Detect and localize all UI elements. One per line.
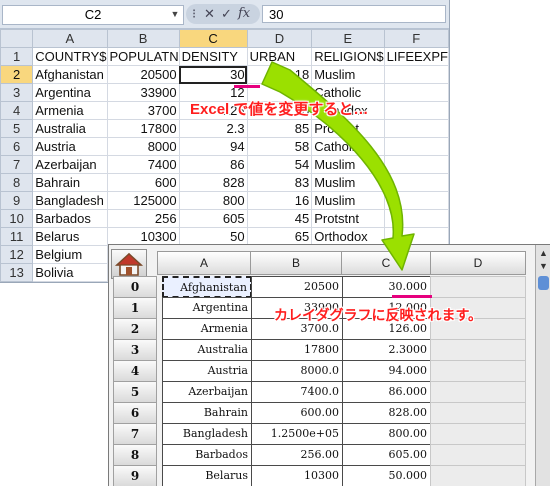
excel-annotation: Excel で値を変更すると…: [190, 101, 369, 118]
curved-arrow-icon: [261, 61, 415, 271]
kaleida-annotation: カレイダグラフに反映されます。: [274, 307, 483, 323]
